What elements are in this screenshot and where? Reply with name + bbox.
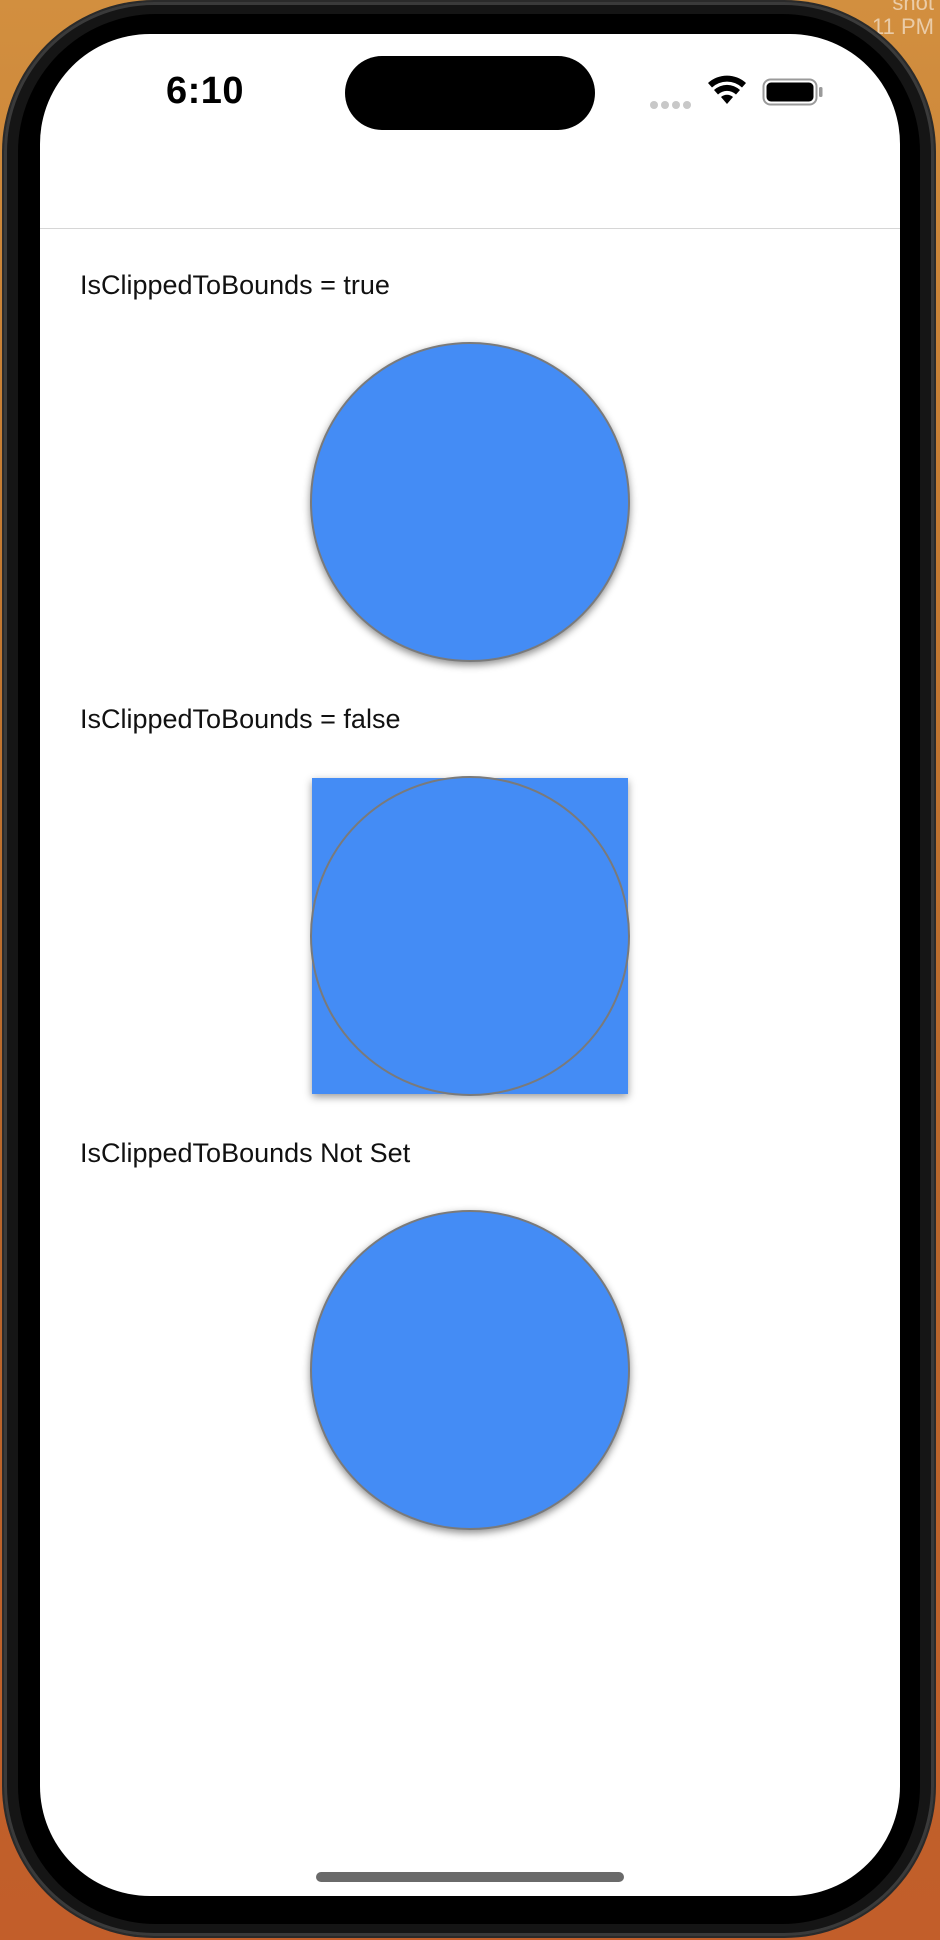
home-indicator[interactable] (316, 1872, 624, 1882)
section-label-clipped-false: IsClippedToBounds = false (80, 704, 401, 734)
clipped-circle-shape (310, 1210, 630, 1530)
clipped-false-frame (310, 776, 630, 1096)
wifi-icon (708, 75, 746, 104)
device-screen: 6:10 IsClippedToBounds = true IsClippedT… (40, 34, 900, 1896)
dynamic-island (345, 56, 595, 130)
circle-outline-shape (310, 776, 630, 1096)
navigation-bar-divider (40, 228, 900, 229)
desktop-label-line2: 11 PM (872, 14, 934, 39)
section-label-clipped-not-set: IsClippedToBounds Not Set (80, 1138, 411, 1168)
status-time: 6:10 (166, 70, 245, 112)
clipped-circle-shape (310, 342, 630, 662)
section-label-clipped-true: IsClippedToBounds = true (80, 270, 390, 300)
battery-icon (762, 78, 823, 106)
clipped-not-set-frame (310, 1210, 630, 1530)
clipped-true-frame (310, 342, 630, 662)
cellular-signal-icon (650, 96, 696, 109)
